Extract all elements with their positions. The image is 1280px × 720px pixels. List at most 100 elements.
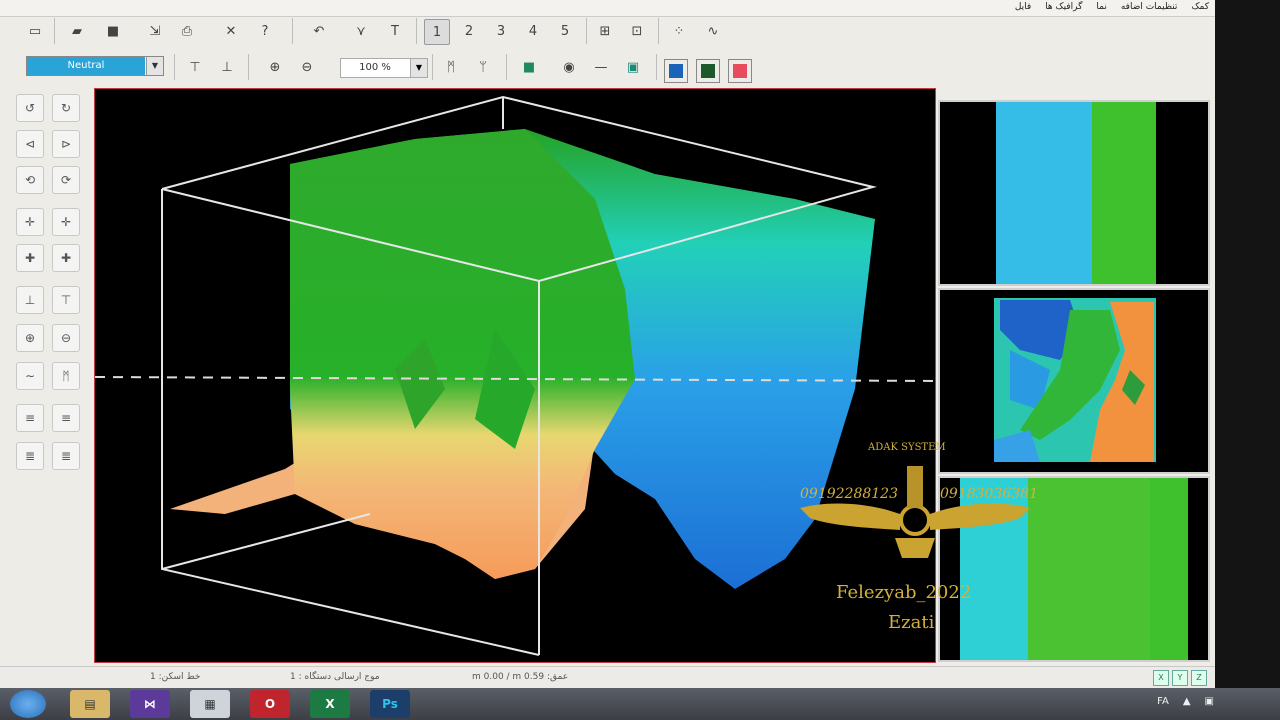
undo-icon[interactable]: ↶: [306, 18, 332, 44]
axis-y-button[interactable]: Y: [1172, 670, 1188, 686]
tool-sidebar: ↺ ↻ ⊲ ⊳ ⟲ ⟳ ✛ ✛ ✚ ✚ ⊥ ⊤ ⊕ ⊖ ∼ ᛗ ≡ ≡ ≣ ≣: [10, 88, 90, 668]
swatch-fill: [701, 64, 715, 78]
language-indicator[interactable]: FA: [1157, 696, 1169, 707]
eye-icon[interactable]: ◉: [556, 54, 582, 80]
page-button-4[interactable]: 4: [520, 18, 546, 44]
top-view-panel[interactable]: [938, 100, 1210, 286]
layer-icon[interactable]: ▣: [620, 54, 646, 80]
page-button-3[interactable]: 3: [488, 18, 514, 44]
excel-icon[interactable]: X: [310, 690, 350, 718]
3d-surface-render: [95, 95, 935, 656]
flip-right-icon[interactable]: ⊳: [52, 130, 80, 158]
align-bottom-icon[interactable]: ⊥: [16, 286, 44, 314]
signal-down-icon[interactable]: ᛘ: [470, 54, 496, 80]
photoshop-icon[interactable]: Ps: [370, 690, 410, 718]
new-file-icon[interactable]: ▭: [22, 18, 48, 44]
status-device-wave: موج ارسالی دستگاه : 1: [290, 672, 380, 682]
opera-icon[interactable]: O: [250, 690, 290, 718]
signal-down-icon[interactable]: ∼: [16, 362, 44, 390]
depth-slice-render: [994, 298, 1156, 462]
tray-arrow-icon[interactable]: ▲: [1183, 696, 1191, 707]
axis-z-button[interactable]: Z: [1191, 670, 1207, 686]
color-swatch-red[interactable]: [728, 59, 752, 83]
signal-up-icon[interactable]: ᛗ: [438, 54, 464, 80]
start-button[interactable]: [10, 690, 46, 718]
move-icon[interactable]: ✛: [52, 208, 80, 236]
align-top-icon[interactable]: ⊤: [182, 54, 208, 80]
zoom-in-icon[interactable]: ⊕: [16, 324, 44, 352]
tilt-down-icon[interactable]: ⟲: [16, 166, 44, 194]
status-depth: عمق: m 0.00 / m 0.59: [472, 672, 569, 682]
zoom-in-icon[interactable]: ⊕: [262, 54, 288, 80]
lines-icon[interactable]: ≣: [52, 442, 80, 470]
visual-studio-icon[interactable]: ⋈: [130, 690, 170, 718]
help-icon[interactable]: ?: [252, 18, 278, 44]
open-folder-icon[interactable]: ▰: [64, 18, 90, 44]
points-icon[interactable]: ⁘: [666, 18, 692, 44]
text-tool-icon[interactable]: T: [382, 18, 408, 44]
chevron-down-icon: ▼: [146, 57, 163, 75]
tilt-up-icon[interactable]: ⟳: [52, 166, 80, 194]
axis-x-button[interactable]: X: [1153, 670, 1169, 686]
colormap-value: Neutral: [27, 57, 145, 75]
page-button-1[interactable]: 1: [424, 19, 450, 45]
watermark-phone-left: 09192288123: [800, 486, 898, 502]
lines-icon[interactable]: ≡: [52, 404, 80, 432]
pan-icon[interactable]: ✚: [16, 244, 44, 272]
colormap-select[interactable]: Neutral ▼: [26, 56, 164, 76]
line-icon[interactable]: —: [588, 54, 614, 80]
rotate-right-icon[interactable]: ↻: [52, 94, 80, 122]
zoom-select[interactable]: 100 % ▼: [340, 58, 428, 78]
status-scan-line: خط اسکن: 1: [150, 672, 201, 682]
move-icon[interactable]: ✛: [16, 208, 44, 236]
fill-icon[interactable]: ■: [516, 54, 542, 80]
watermark-name: Ezati: [888, 612, 935, 633]
graph-icon[interactable]: ∿: [700, 18, 726, 44]
screen-icon[interactable]: ⊡: [624, 18, 650, 44]
monitor-bezel: [1215, 0, 1280, 688]
lines-icon[interactable]: ≣: [16, 442, 44, 470]
calendar-icon[interactable]: ▦: [190, 690, 230, 718]
menu-file[interactable]: فایل: [1015, 2, 1031, 12]
menu-graphics[interactable]: گرافیک ها: [1045, 2, 1082, 12]
3d-view[interactable]: [94, 88, 936, 663]
rotate-left-icon[interactable]: ↺: [16, 94, 44, 122]
signal-up-icon[interactable]: ᛗ: [52, 362, 80, 390]
filter-icon[interactable]: ⋎: [348, 18, 374, 44]
color-swatch-green[interactable]: [696, 59, 720, 83]
save-icon[interactable]: ■: [100, 18, 126, 44]
chevron-down-icon: ▼: [410, 59, 427, 77]
tools-icon[interactable]: ✕: [218, 18, 244, 44]
page-button-5[interactable]: 5: [552, 18, 578, 44]
menu-help[interactable]: کمک: [1191, 2, 1209, 12]
page-button-2[interactable]: 2: [456, 18, 482, 44]
menu-bar: فایل گرافیک ها نما تنظیمات اضافه کمک: [0, 0, 1215, 17]
flip-left-icon[interactable]: ⊲: [16, 130, 44, 158]
menu-view[interactable]: نما: [1096, 2, 1106, 12]
faravahar-logo: [800, 466, 1030, 558]
main-toolbar: ▭ ▰ ■ ⇲ ⎙ ✕ ? ↶ ⋎ T 1 2 3 4 5 ⊞ ⊡ ⁘ ∿: [8, 16, 1208, 48]
zoom-out-icon[interactable]: ⊖: [294, 54, 320, 80]
zoom-out-icon[interactable]: ⊖: [52, 324, 80, 352]
watermark-phone-right: 09183036381: [940, 486, 1038, 502]
grid-icon[interactable]: ⊞: [592, 18, 618, 44]
align-top-icon[interactable]: ⊤: [52, 286, 80, 314]
menu-settings[interactable]: تنظیمات اضافه: [1121, 2, 1178, 12]
export-icon[interactable]: ⇲: [142, 18, 168, 44]
taskbar: ▤ ⋈ ▦ O X Ps FA ▲ ▣: [0, 688, 1280, 720]
top-view-render: [996, 102, 1156, 284]
color-swatch-blue[interactable]: [664, 59, 688, 83]
lines-icon[interactable]: ≡: [16, 404, 44, 432]
status-bar: خط اسکن: 1 موج ارسالی دستگاه : 1 عمق: m …: [0, 666, 1215, 689]
network-icon[interactable]: ▣: [1205, 696, 1214, 707]
swatch-fill: [733, 64, 747, 78]
pan-icon[interactable]: ✚: [52, 244, 80, 272]
depth-slice-panel[interactable]: [938, 288, 1210, 474]
view-toolbar: Neutral ▼ ⊤ ⊥ ⊕ ⊖ 100 % ▼ ᛗ ᛘ ■ ◉ — ▣: [8, 52, 1208, 88]
watermark-brand: ADAK SYSTEM: [868, 442, 946, 453]
explorer-icon[interactable]: ▤: [70, 690, 110, 718]
zoom-value: 100 %: [359, 62, 391, 73]
watermark-handle: Felezyab_2022: [836, 582, 972, 603]
align-bottom-icon[interactable]: ⊥: [214, 54, 240, 80]
print-icon[interactable]: ⎙: [174, 18, 200, 44]
